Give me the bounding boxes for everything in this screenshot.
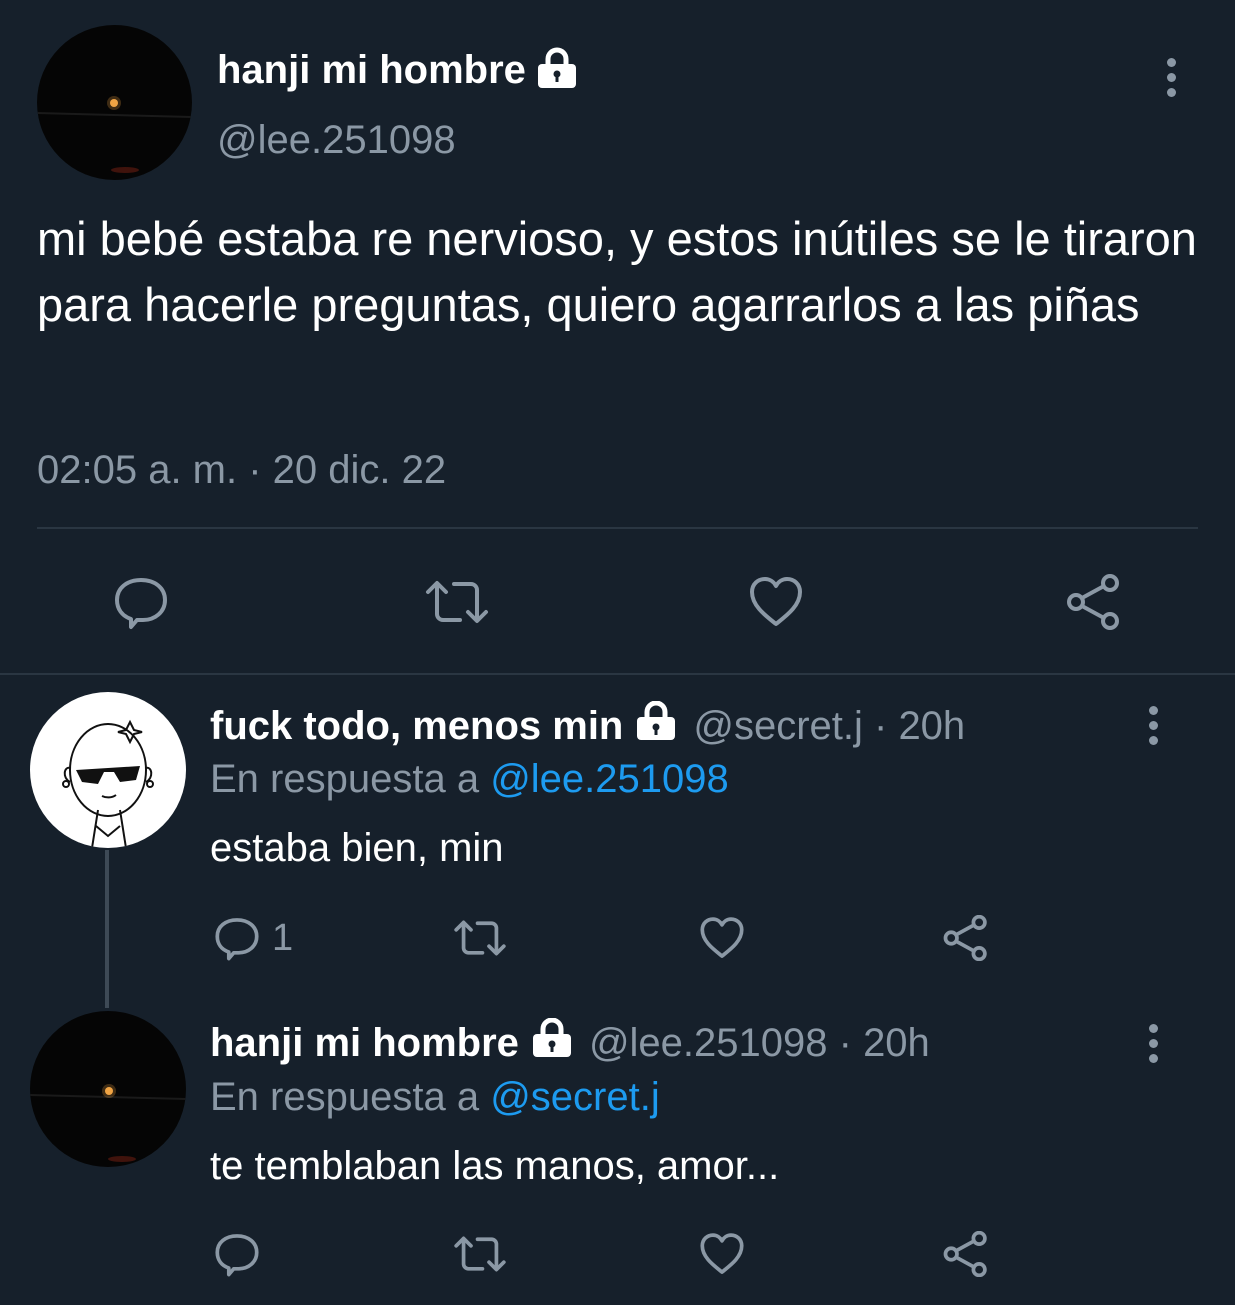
reply-time[interactable]: 20h — [898, 704, 965, 749]
more-icon[interactable] — [1148, 1024, 1158, 1063]
tweet-timestamp[interactable]: 02:05 a. m. · 20 dic. 22 — [37, 448, 446, 493]
divider — [37, 527, 1198, 529]
divider — [0, 673, 1235, 675]
thread-line — [105, 850, 109, 1008]
reply-button[interactable]: 1 — [214, 915, 293, 961]
like-button[interactable] — [698, 915, 746, 961]
reply-header: fuck todo, menos min @secret.j · 20h — [210, 700, 965, 751]
reply-context-mention[interactable]: @secret.j — [490, 1075, 660, 1119]
reply-context: En respuesta a @secret.j — [210, 1075, 660, 1120]
retweet-icon — [454, 920, 506, 956]
reply-text: te temblaban las manos, amor... — [210, 1144, 780, 1188]
reply-author-name[interactable]: hanji mi hombre — [210, 1021, 519, 1066]
tweet-text: mi bebé estaba re nervioso, y estos inút… — [37, 212, 1197, 331]
retweet-icon — [426, 581, 488, 623]
author-name[interactable]: hanji mi hombre — [217, 48, 526, 93]
share-button[interactable] — [941, 1231, 991, 1277]
retweet-button[interactable] — [452, 1231, 508, 1277]
share-icon — [943, 915, 987, 961]
author-handle[interactable]: @lee.251098 — [217, 118, 456, 163]
reply-context-mention[interactable]: @lee.251098 — [490, 757, 729, 801]
retweet-button[interactable] — [424, 574, 490, 630]
retweet-button[interactable] — [452, 915, 508, 961]
lock-icon — [529, 1017, 575, 1068]
reply-context: En respuesta a @lee.251098 — [210, 757, 729, 802]
reply-context-prefix: En respuesta a — [210, 1075, 480, 1119]
lock-icon — [534, 47, 580, 94]
like-icon — [700, 1233, 744, 1274]
reply-time[interactable]: 20h — [863, 1021, 930, 1066]
reply-author-handle[interactable]: @secret.j — [693, 704, 863, 749]
reply-author-name[interactable]: fuck todo, menos min — [210, 704, 623, 749]
like-icon — [750, 577, 802, 626]
like-button[interactable] — [748, 574, 804, 630]
reply-count: 1 — [272, 916, 294, 959]
reply-avatar[interactable] — [30, 1011, 186, 1167]
share-button[interactable] — [941, 915, 991, 961]
share-icon — [1067, 574, 1119, 630]
retweet-icon — [454, 1236, 506, 1272]
more-icon[interactable] — [1148, 706, 1158, 745]
reply-icon — [215, 918, 259, 961]
more-icon[interactable] — [1166, 58, 1176, 97]
meta-separator: · — [827, 1020, 864, 1065]
share-button[interactable] — [1064, 574, 1124, 630]
like-button[interactable] — [698, 1231, 746, 1277]
reply-text: estaba bien, min — [210, 826, 504, 870]
main-author: hanji mi hombre — [217, 44, 580, 96]
reply-header: hanji mi hombre @lee.251098 · 20h — [210, 1017, 930, 1068]
reply-avatar[interactable] — [30, 692, 186, 848]
lock-icon — [633, 700, 679, 751]
reply-context-prefix: En respuesta a — [210, 757, 480, 801]
meta-separator: · — [862, 703, 899, 748]
reply-button[interactable] — [113, 574, 169, 630]
reply-icon — [115, 578, 167, 629]
reply-icon — [215, 1234, 259, 1277]
reply-author-handle[interactable]: @lee.251098 — [589, 1021, 828, 1066]
like-icon — [700, 917, 744, 958]
share-icon — [943, 1231, 987, 1277]
main-avatar[interactable] — [37, 25, 192, 180]
reply-button[interactable] — [214, 1231, 260, 1277]
